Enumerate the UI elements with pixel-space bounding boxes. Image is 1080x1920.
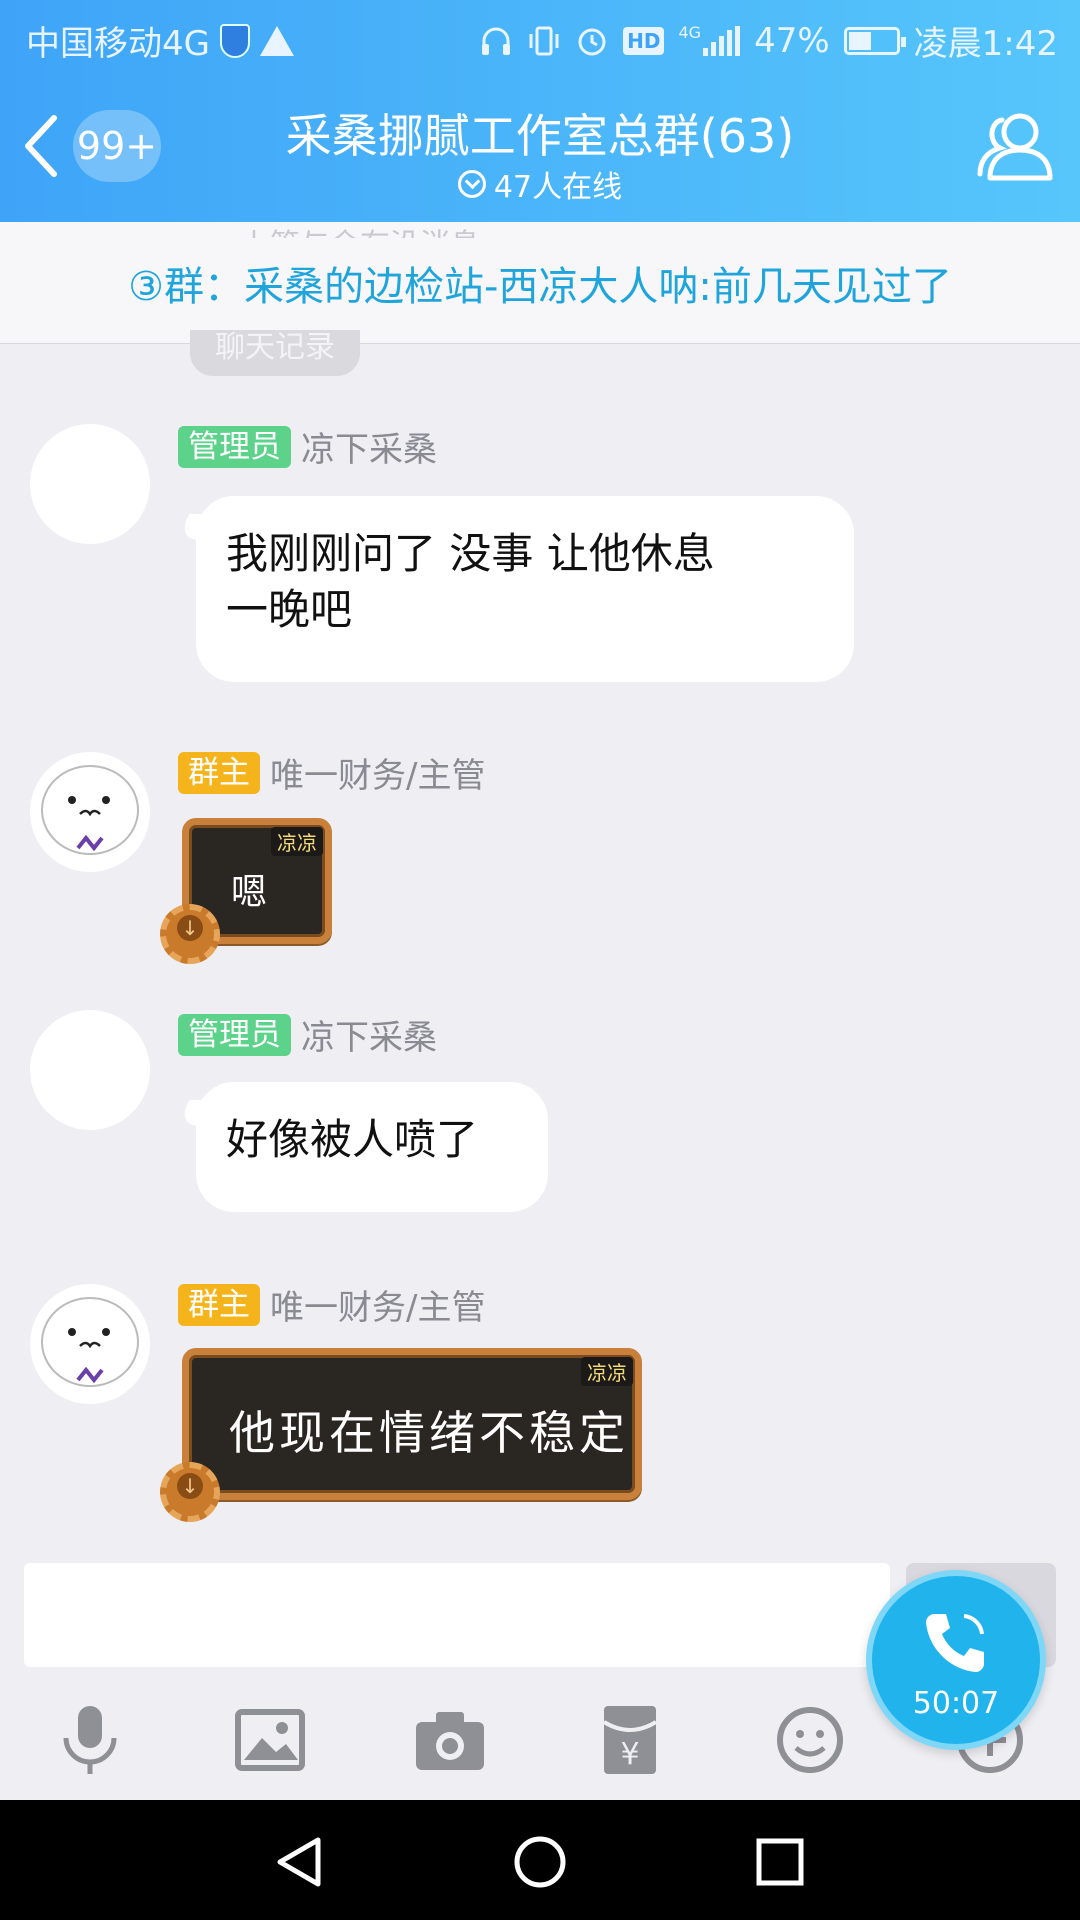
battery-icon <box>843 26 906 55</box>
online-count-label: 47人在线 <box>493 170 623 205</box>
sticker-message[interactable]: 凉凉 他现在情绪不稳定 <box>182 1348 642 1500</box>
system-nav-bar <box>0 1800 1080 1920</box>
avatar[interactable] <box>30 1010 150 1130</box>
group-notice-bar[interactable]: 上管与余有没消息 ③群：采桑的边检站-西凉大人呐:前几天见过了 <box>0 222 1080 344</box>
owner-tag: 群主 <box>178 751 260 794</box>
unread-badge[interactable]: 99+ <box>73 110 161 182</box>
battery-percent: 47% <box>754 20 830 61</box>
chat-history-pill[interactable]: 聊天记录 <box>190 330 360 376</box>
svg-text:¥: ¥ <box>620 1737 639 1772</box>
red-packet-icon[interactable]: ¥ <box>590 1700 670 1780</box>
voice-call-button[interactable]: 50:07 <box>866 1570 1046 1750</box>
chevron-down-icon <box>457 170 486 198</box>
gear-icon <box>160 904 220 964</box>
vibrate-icon <box>529 26 559 55</box>
group-members-icon[interactable] <box>976 108 1056 184</box>
emoji-icon[interactable] <box>770 1700 850 1780</box>
avatar[interactable] <box>30 424 150 544</box>
clock: 凌晨1:42 <box>913 24 1058 64</box>
alarm-icon <box>578 28 606 55</box>
online-count[interactable]: 47人在线 <box>300 162 780 206</box>
owner-tag: 群主 <box>178 1283 260 1326</box>
sticker-label: 凉凉 <box>581 1357 633 1386</box>
signal-icon: 4G <box>678 22 741 56</box>
sender-name[interactable]: 唯一财务/主管 <box>270 748 485 797</box>
message-bubble[interactable]: 我刚刚问了 没事 让他休息 一晚吧 <box>196 496 854 682</box>
sticker-text: 他现在情绪不稳定 <box>229 1406 629 1460</box>
notice-text: ③群：采桑的边检站-西凉大人呐:前几天见过了 <box>128 264 952 310</box>
chat-header: 中国移动4G HD 4G 47% 凌晨1:42 99+ 采桑挪腻工作室总群(63… <box>0 0 1080 222</box>
camera-icon[interactable] <box>410 1700 490 1780</box>
blob-face-icon <box>41 765 139 855</box>
nav-back-icon[interactable] <box>272 1834 328 1890</box>
status-left: 中国移动4G <box>26 16 294 65</box>
status-right: HD 4G 47% 凌晨1:42 <box>479 16 1058 65</box>
sender-name[interactable]: 凉下采桑 <box>301 1010 437 1059</box>
sender-name[interactable]: 凉下采桑 <box>301 422 437 471</box>
gear-icon <box>160 1462 220 1522</box>
sender-line: 群主 唯一财务/主管 <box>178 1280 485 1329</box>
headphones-icon <box>482 27 511 55</box>
mic-icon[interactable] <box>50 1700 130 1780</box>
call-duration: 50:07 <box>912 1686 1000 1721</box>
message-bubble[interactable]: 好像被人喷了 <box>196 1082 548 1212</box>
notice-ghost-text: 上管与余有没消息 <box>240 220 480 238</box>
avatar[interactable] <box>30 1284 150 1404</box>
phone-icon <box>926 1614 984 1672</box>
nav-recents-icon[interactable] <box>752 1834 808 1890</box>
network-type: 4G <box>678 22 702 42</box>
message-input[interactable] <box>24 1563 890 1667</box>
sender-line: 群主 唯一财务/主管 <box>178 748 485 797</box>
image-icon[interactable] <box>230 1700 310 1780</box>
carrier-label: 中国移动4G <box>26 24 210 64</box>
sticker-label: 凉凉 <box>271 827 323 856</box>
sender-line: 管理员 凉下采桑 <box>178 1010 437 1059</box>
admin-tag: 管理员 <box>178 1013 291 1056</box>
blob-face-icon <box>41 1297 139 1387</box>
avatar[interactable] <box>30 752 150 872</box>
sender-line: 管理员 凉下采桑 <box>178 422 437 471</box>
shield-icon <box>219 23 250 58</box>
warning-icon <box>259 25 294 56</box>
group-title: 采桑挪腻工作室总群(63) <box>285 109 795 163</box>
hd-icon: HD <box>623 26 665 55</box>
status-bar: 中国移动4G HD 4G 47% 凌晨1:42 <box>0 0 1080 76</box>
nav-home-icon[interactable] <box>512 1834 568 1890</box>
sender-name[interactable]: 唯一财务/主管 <box>270 1280 485 1329</box>
back-arrow-icon[interactable] <box>22 114 62 178</box>
admin-tag: 管理员 <box>178 425 291 468</box>
sticker-text: 嗯 <box>231 872 268 913</box>
